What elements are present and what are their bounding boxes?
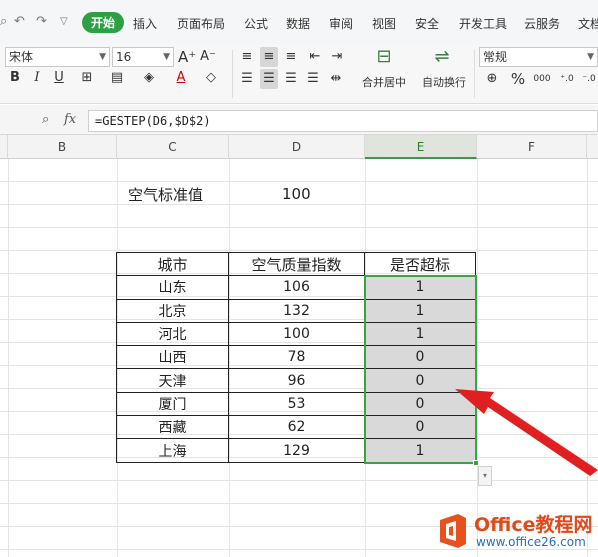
watermark-name: Office教程网 bbox=[474, 514, 593, 536]
watermark-url: www.office26.com bbox=[476, 535, 586, 549]
annotation-arrow-icon bbox=[455, 389, 598, 476]
office-logo-icon bbox=[440, 514, 466, 548]
watermark-logo: Office教程网 www.office26.com bbox=[432, 507, 598, 557]
